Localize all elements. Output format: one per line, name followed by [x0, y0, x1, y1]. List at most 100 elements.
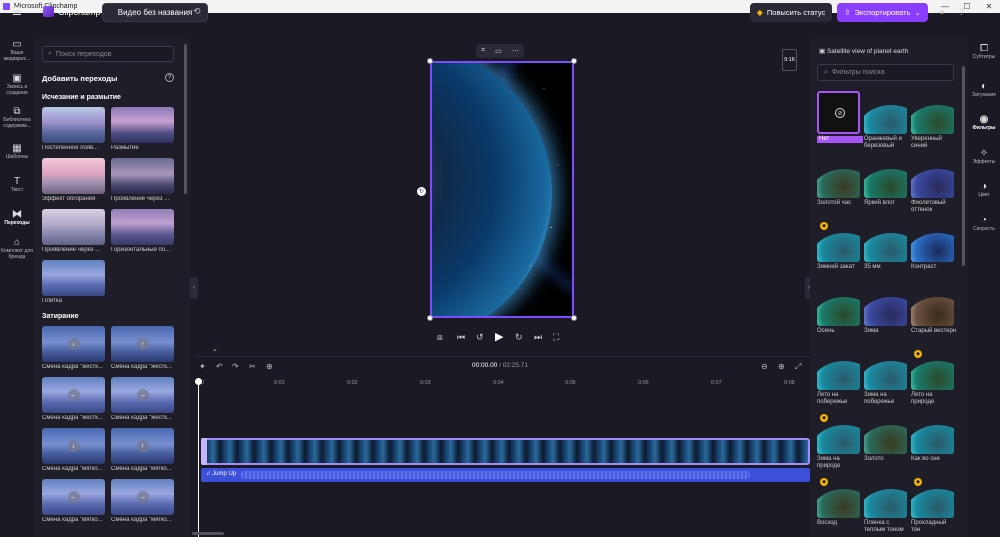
rewind-5s-icon[interactable]: ↺: [476, 332, 484, 343]
filter-tile[interactable]: [864, 475, 907, 518]
transitions-scrollbar[interactable]: [184, 44, 187, 194]
filter-tile[interactable]: [864, 219, 907, 262]
share-icon[interactable]: ⚭: [938, 7, 946, 18]
transition-thumb-wipe-soft-right[interactable]: →: [111, 479, 174, 515]
playhead[interactable]: [198, 378, 199, 537]
resize-handle-top-left[interactable]: [427, 58, 433, 64]
filter-tile[interactable]: [864, 155, 907, 198]
fullscreen-icon[interactable]: ⛶: [553, 332, 559, 343]
collapse-left-panel-button[interactable]: ‹: [190, 277, 198, 299]
transition-label: Смена кадра "мягко...: [111, 517, 172, 523]
rail-item-fade[interactable]: ◐ Затухание: [968, 82, 1000, 99]
cloud-sync-icon[interactable]: ⟲: [193, 6, 201, 17]
add-media-icon[interactable]: ⊕: [266, 362, 273, 371]
close-button[interactable]: ✕: [978, 0, 1000, 13]
transition-thumb-wipe-hard-up[interactable]: ↑: [111, 326, 174, 362]
fit-timeline-icon[interactable]: ⤢: [795, 362, 801, 372]
transition-thumb-wipe-hard-right[interactable]: →: [111, 377, 174, 413]
transition-thumb-tiles[interactable]: [42, 260, 105, 296]
rail-item-library[interactable]: ⧉ Библиотека содержим...: [0, 107, 34, 130]
undo-icon[interactable]: ↶: [216, 362, 223, 371]
help-icon[interactable]: ?: [165, 73, 174, 82]
aspect-ratio-button[interactable]: 9:16: [782, 49, 797, 71]
crop-icon[interactable]: ⌗: [481, 47, 485, 55]
filter-tile[interactable]: ◆: [817, 411, 860, 454]
skip-forward-icon[interactable]: ⏭: [534, 332, 542, 343]
transition-thumb-fade-in[interactable]: [42, 107, 105, 143]
fit-icon[interactable]: ▭: [495, 47, 502, 55]
upgrade-button[interactable]: ◆ Повысить статус: [750, 3, 832, 22]
rail-item-brand-kit[interactable]: ⌂ Комплект для бренда: [0, 238, 34, 261]
media-icon: ▭: [12, 39, 22, 50]
transition-thumb-wipe-hard-left[interactable]: ←: [42, 377, 105, 413]
rail-item-transitions[interactable]: ⧓ Переходы: [0, 209, 34, 227]
collapse-timeline-icon[interactable]: ⌄: [212, 345, 218, 353]
filter-tile[interactable]: [911, 219, 954, 262]
forward-5s-icon[interactable]: ↻: [515, 332, 523, 343]
magic-icon[interactable]: ✦: [199, 362, 206, 371]
filter-tile[interactable]: [817, 283, 860, 326]
transition-thumb-wipe-hard-down[interactable]: ↓: [42, 326, 105, 362]
filter-tile[interactable]: ◆: [911, 475, 954, 518]
filter-tile[interactable]: [817, 155, 860, 198]
transition-thumb-fade-through-2[interactable]: [42, 209, 105, 245]
resize-handle-bottom-right[interactable]: [571, 315, 577, 321]
filter-tile[interactable]: [864, 347, 907, 390]
video-clip-track[interactable]: [201, 438, 810, 465]
filter-tile[interactable]: [864, 91, 907, 134]
rail-item-captions[interactable]: ⧠ Субтитры: [968, 44, 1000, 61]
transitions-search-input[interactable]: ⌕ Поиск переходов: [42, 46, 174, 62]
clip-trim-handle[interactable]: [201, 438, 207, 465]
filter-tile[interactable]: [911, 283, 954, 326]
filters-scrollbar[interactable]: [962, 66, 965, 266]
more-icon[interactable]: ⋯: [512, 47, 519, 55]
audio-clip-track[interactable]: [201, 468, 810, 482]
transition-thumb-fade-through-1[interactable]: [111, 158, 174, 194]
export-button[interactable]: ⇧ Экспортировать ⌄: [837, 3, 928, 22]
transition-thumb-wipe-soft-left[interactable]: ←: [42, 479, 105, 515]
ruler-label: 0:04: [493, 380, 504, 386]
rail-item-text[interactable]: T Текст: [0, 177, 34, 194]
playhead-handle[interactable]: [195, 378, 202, 385]
filter-tile[interactable]: [911, 411, 954, 454]
split-icon[interactable]: ✂: [249, 362, 256, 371]
video-preview[interactable]: [430, 61, 574, 318]
filter-tile[interactable]: [911, 91, 954, 134]
filters-search-input[interactable]: ⌕ Фильтры поиска: [817, 64, 954, 81]
camera-icon[interactable]: ⧈: [437, 332, 443, 343]
rail-item-speed[interactable]: ◔ Скорость: [968, 216, 1000, 233]
filter-tile[interactable]: ◆: [817, 475, 860, 518]
resize-handle-top-right[interactable]: [571, 58, 577, 64]
transition-thumb-wipe-soft-up[interactable]: ↑: [111, 428, 174, 464]
transition-thumb-burn[interactable]: [42, 158, 105, 194]
filter-tile[interactable]: ◆: [817, 219, 860, 262]
play-button[interactable]: ▶: [495, 330, 503, 343]
filter-tile[interactable]: [864, 283, 907, 326]
filter-tile[interactable]: [911, 155, 954, 198]
menu-icon[interactable]: ☰: [12, 6, 24, 18]
filter-tile[interactable]: [864, 411, 907, 454]
transition-thumb-horizontal-bars[interactable]: [111, 209, 174, 245]
rotate-handle-icon[interactable]: ↻: [417, 187, 426, 196]
rail-item-templates[interactable]: ▦ Шаблоны: [0, 144, 34, 161]
resize-handle-bottom-left[interactable]: [427, 315, 433, 321]
rail-item-record[interactable]: ▣ Запись и создание: [0, 74, 34, 97]
skip-back-icon[interactable]: ⏮: [457, 332, 465, 343]
rail-item-media[interactable]: ▭ Ваше медиарес...: [0, 39, 34, 63]
timeline-scrollbar[interactable]: [192, 532, 224, 535]
rail-item-color[interactable]: ◑ Цвет: [968, 182, 1000, 199]
zoom-in-icon[interactable]: ⊕: [778, 362, 785, 371]
rail-item-filters[interactable]: ◉ Фильтры: [968, 115, 1000, 132]
filter-tile[interactable]: ◆: [911, 347, 954, 390]
redo-icon[interactable]: ↷: [232, 362, 239, 371]
rail-item-effects[interactable]: ✧ Эффекты: [968, 149, 1000, 166]
help-icon[interactable]: ?: [959, 7, 964, 17]
filter-preview-image: [911, 169, 954, 198]
transition-thumb-wipe-soft-down[interactable]: ↓: [42, 428, 105, 464]
rail-item-label: Текст: [10, 187, 24, 193]
filter-tile[interactable]: [817, 347, 860, 390]
transitions-icon: ⧓: [12, 209, 22, 220]
zoom-out-icon[interactable]: ⊖: [761, 362, 768, 371]
transition-thumb-blur[interactable]: [111, 107, 174, 143]
filter-tile[interactable]: ⊘: [817, 91, 860, 134]
